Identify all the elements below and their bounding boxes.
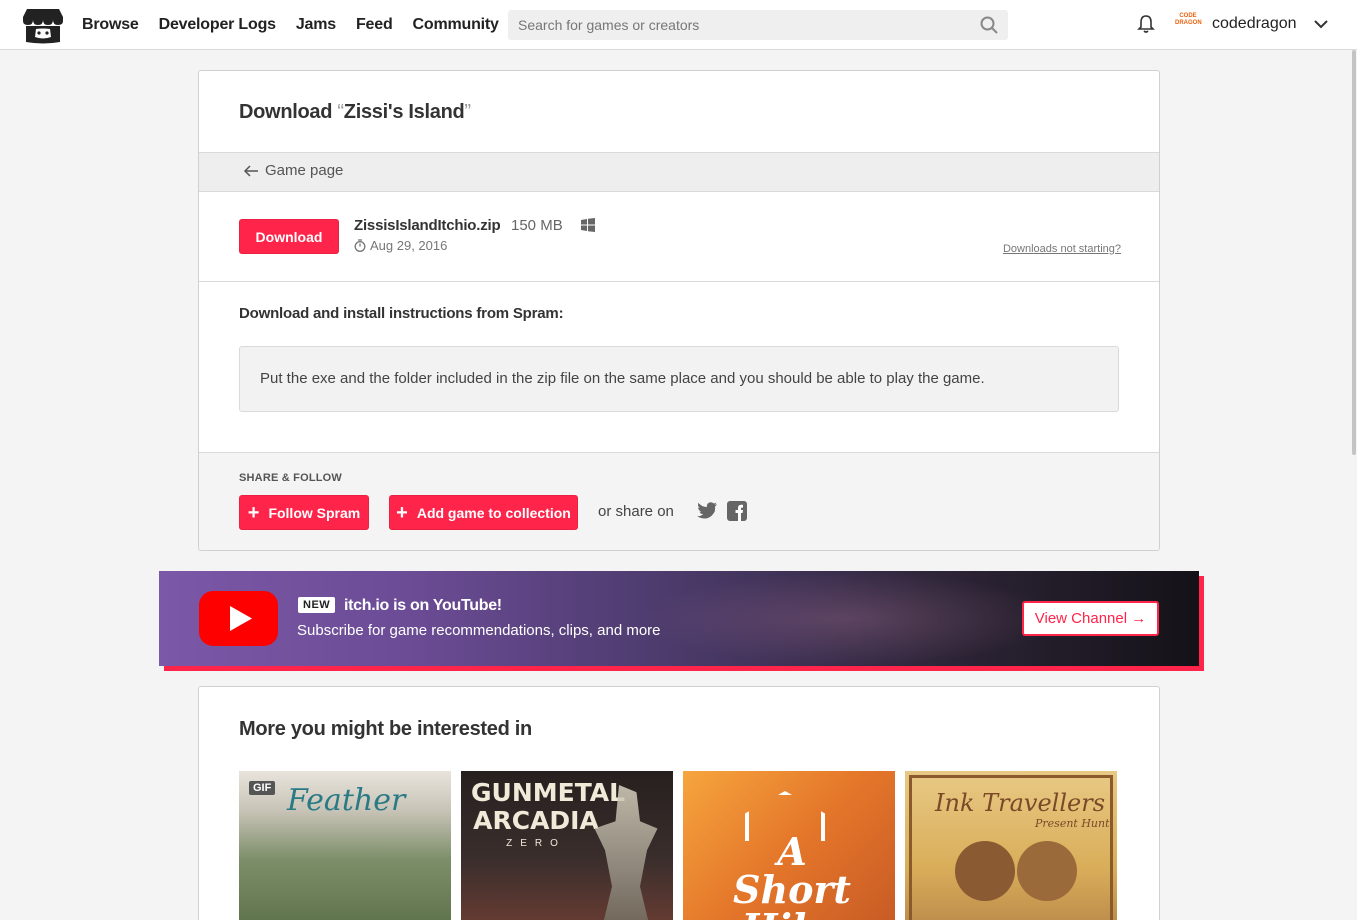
share-on-text: or share on — [598, 503, 674, 520]
thumbnail-art-text: A Short Hike — [733, 829, 851, 920]
nav-community[interactable]: Community — [413, 16, 499, 34]
nav-jams[interactable]: Jams — [296, 16, 336, 34]
back-bar: Game page — [199, 152, 1159, 192]
recommendations-card: More you might be interested in GIF Feat… — [198, 686, 1160, 920]
twitter-icon[interactable] — [697, 502, 717, 519]
downloads-not-starting-link[interactable]: Downloads not starting? — [1003, 243, 1121, 255]
recommendations-heading: More you might be interested in — [239, 718, 532, 740]
youtube-banner: NEW itch.io is on YouTube! Subscribe for… — [159, 571, 1199, 666]
plus-icon: + — [396, 501, 408, 524]
game-thumbnail-a-short-hike[interactable]: A Short Hike — [683, 771, 895, 920]
thumbnail-art-text: Feather — [287, 783, 406, 818]
thumbnail-art-subtext: ZERO — [506, 838, 566, 849]
nav-developer-logs[interactable]: Developer Logs — [159, 16, 276, 34]
windows-icon — [581, 218, 595, 232]
follow-button[interactable]: + Follow Spram — [239, 495, 369, 530]
search-input[interactable] — [508, 10, 968, 40]
nav-feed[interactable]: Feed — [356, 16, 393, 34]
facebook-icon[interactable] — [727, 501, 747, 521]
stopwatch-icon — [354, 239, 366, 252]
game-thumbnail-feather[interactable]: GIF Feather — [239, 771, 451, 920]
nav-browse[interactable]: Browse — [82, 16, 139, 34]
search-icon[interactable] — [980, 16, 998, 34]
scrollbar-thumb[interactable] — [1352, 50, 1356, 455]
notifications-bell-icon[interactable] — [1136, 14, 1156, 34]
youtube-logo-icon — [199, 591, 278, 646]
thumbnail-art-text: Ink Travellers — [935, 789, 1106, 817]
user-avatar[interactable]: CODE DRAGON — [1175, 13, 1202, 35]
upload-date: Aug 29, 2016 — [354, 238, 447, 253]
upload-row: Download ZissisIslandItchio.zip 150 MB A… — [199, 192, 1159, 282]
share-follow-section: SHARE & FOLLOW + Follow Spram + Add game t… — [199, 452, 1159, 550]
game-page-link[interactable]: Game page — [243, 162, 343, 179]
arrow-left-icon — [243, 164, 258, 177]
youtube-title: itch.io is on YouTube! — [344, 597, 502, 614]
new-badge: NEW — [298, 597, 336, 613]
share-follow-label: SHARE & FOLLOW — [239, 472, 343, 484]
chevron-down-icon[interactable] — [1313, 18, 1329, 30]
add-to-collection-button[interactable]: + Add game to collection — [389, 495, 578, 530]
game-name: Zissi's Island — [343, 101, 465, 123]
instructions-text: Put the exe and the folder included in t… — [260, 370, 985, 387]
file-name: ZissisIslandItchio.zip — [354, 217, 501, 234]
itchio-logo-icon[interactable] — [23, 7, 63, 44]
thumbnail-art-text: GUNMETAL ARCADIA — [471, 778, 626, 835]
thumbnail-character — [955, 841, 1015, 901]
view-channel-button[interactable]: View Channel → — [1022, 601, 1159, 636]
top-header: Browse Developer Logs Jams Feed Communit… — [0, 0, 1357, 50]
game-thumbnail-ink-travellers[interactable]: Ink Travellers Present Hunt — [905, 771, 1117, 920]
game-page-label: Game page — [265, 162, 344, 179]
thumbnail-character — [1017, 841, 1077, 901]
instructions-box: Put the exe and the folder included in t… — [239, 346, 1119, 412]
gif-badge: GIF — [249, 781, 276, 795]
page-scrollbar[interactable] — [1351, 50, 1357, 920]
game-thumbnail-gunmetal-arcadia[interactable]: GUNMETAL ARCADIA ZERO — [461, 771, 673, 920]
thumbnail-art-subtext: Present Hunt — [1035, 817, 1110, 830]
plus-icon: + — [247, 501, 260, 524]
page-title: Download “Zissi's Island” — [239, 101, 471, 123]
username[interactable]: codedragon — [1212, 15, 1297, 33]
file-size: 150 MB — [511, 217, 563, 234]
download-card: Download “Zissi's Island” Game page Down… — [198, 70, 1160, 551]
search-bar — [508, 10, 1008, 40]
main-nav: Browse Developer Logs Jams Feed Communit… — [82, 0, 519, 50]
youtube-subtitle: Subscribe for game recommendations, clip… — [297, 622, 661, 639]
instructions-heading: Download and install instructions from S… — [239, 305, 564, 322]
download-button[interactable]: Download — [239, 219, 339, 254]
